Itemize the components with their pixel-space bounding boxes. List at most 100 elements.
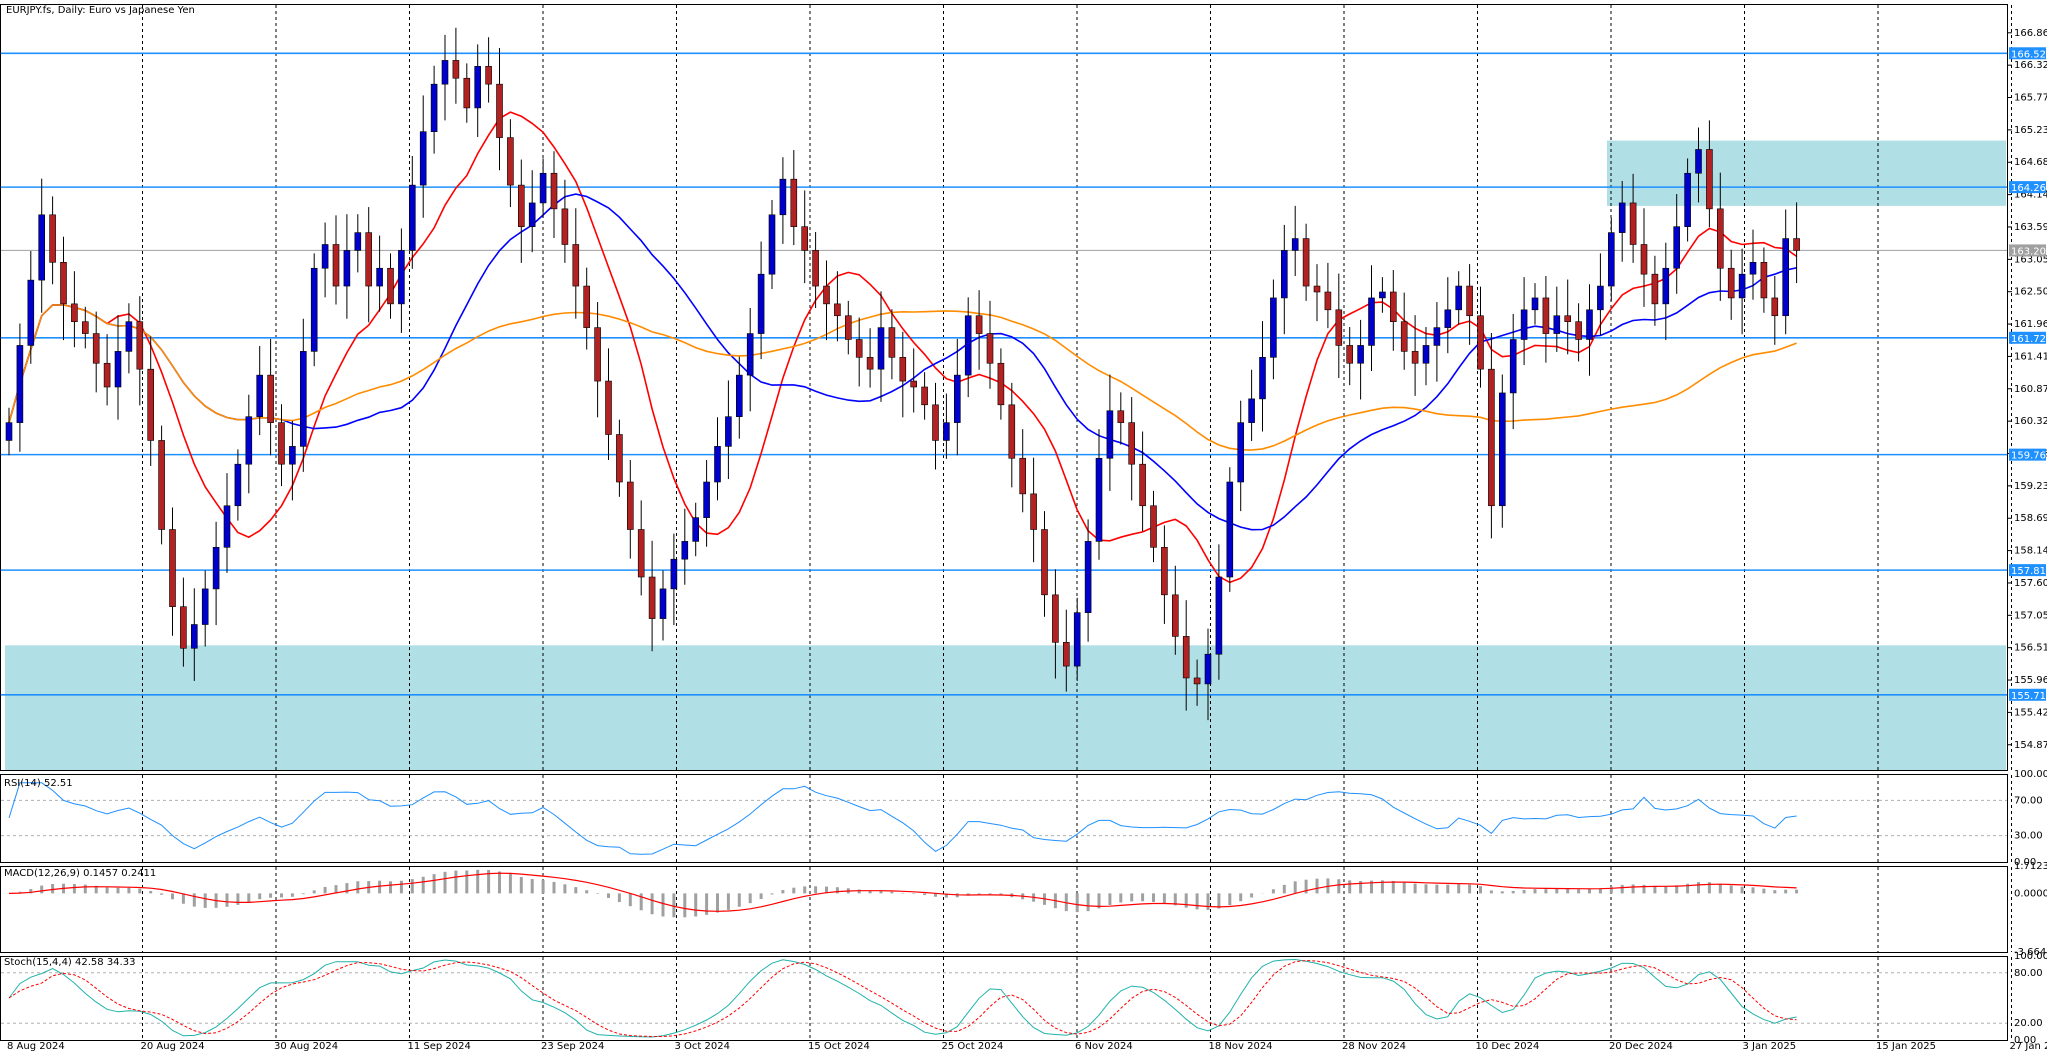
date-label: 8 Aug 2024 — [7, 1041, 65, 1051]
candle-body — [1629, 202, 1637, 245]
candle-body — [1477, 315, 1484, 370]
candle-body — [1172, 594, 1179, 637]
candle-body — [866, 357, 874, 370]
level-price-tag-label: 161.729 — [2011, 334, 2047, 345]
candle-body — [1749, 262, 1757, 275]
candle-body — [507, 137, 514, 186]
candle-body — [528, 202, 536, 227]
candle-body — [1608, 232, 1615, 287]
candle[interactable] — [1499, 374, 1506, 528]
candle-body — [1553, 315, 1561, 334]
candle-body — [1041, 529, 1048, 596]
candle-body — [441, 60, 449, 85]
price-tick-label: 155.965 — [2014, 675, 2047, 686]
candle-body — [1259, 357, 1266, 400]
price-tick-label: 166.320 — [2014, 60, 2047, 71]
candle-body — [899, 357, 907, 382]
candle-body — [485, 66, 492, 85]
candle-body — [888, 327, 896, 358]
candle-body — [801, 226, 809, 251]
candle-body — [343, 250, 351, 287]
level-price-tag-label: 164.266 — [2011, 183, 2047, 194]
candle-body — [910, 380, 918, 388]
macd-tick-label: 0.0000 — [2014, 888, 2047, 899]
candle-body — [855, 339, 863, 358]
candle-body — [616, 434, 623, 483]
candle[interactable] — [1226, 467, 1234, 592]
candle-body — [1226, 481, 1234, 578]
candle[interactable] — [310, 253, 318, 367]
candle-body — [1444, 309, 1452, 328]
candle-body — [1204, 653, 1212, 685]
level-price-tag-label: 155.717 — [2011, 691, 2047, 702]
level-price-tag-label: 166.520 — [2011, 49, 2047, 60]
candle-body — [191, 624, 198, 649]
candle-body — [1706, 149, 1713, 210]
rsi-tick-label: 100.00 — [2014, 769, 2047, 780]
candle-body — [1433, 327, 1441, 346]
candle-body — [310, 267, 318, 352]
candle-body — [1782, 238, 1789, 317]
candle-body — [354, 232, 362, 251]
candle-body — [1182, 636, 1190, 679]
candle-body — [953, 374, 961, 423]
date-label: 30 Aug 2024 — [274, 1041, 338, 1051]
candle-body — [1411, 351, 1419, 364]
trading-chart[interactable]: 100.0070.0030.000.00 1.71230.0000-3.6647… — [0, 0, 2047, 1051]
candle-body — [550, 172, 558, 210]
date-label: 6 Nov 2024 — [1075, 1041, 1133, 1051]
candle-body — [1509, 339, 1517, 394]
candle-body — [703, 481, 710, 518]
stoch-tick-label: 100.00 — [2014, 951, 2047, 962]
candle-body — [1335, 309, 1343, 346]
candle-body — [147, 368, 154, 441]
candle-body — [1586, 309, 1593, 340]
candle-body — [1052, 594, 1059, 643]
stoch-tick-label: 20.00 — [2014, 1018, 2043, 1029]
candle-body — [398, 250, 405, 305]
candle-body — [1542, 297, 1550, 334]
date-label: 11 Sep 2024 — [408, 1041, 471, 1051]
level-price-tag-label: 157.816 — [2011, 566, 2047, 577]
candle-body — [321, 244, 329, 269]
candle-body — [49, 214, 56, 263]
date-label: 18 Nov 2024 — [1209, 1041, 1273, 1051]
candle-body — [1357, 345, 1364, 364]
candle-body — [1695, 149, 1702, 174]
candle-body — [583, 285, 591, 328]
candle-body — [332, 244, 340, 287]
candle-body — [594, 327, 601, 382]
date-label: 28 Nov 2024 — [1342, 1041, 1406, 1051]
candle-body — [27, 279, 35, 346]
candle-body — [419, 131, 427, 186]
date-label: 25 Oct 2024 — [942, 1041, 1004, 1051]
price-tick-label: 159.235 — [2014, 481, 2047, 492]
candle-body — [605, 380, 612, 435]
candle-body — [474, 66, 482, 109]
candle-body — [201, 588, 209, 625]
candle-body — [746, 333, 754, 376]
candle-body — [376, 267, 383, 287]
candle-body — [1673, 226, 1680, 269]
candle-body — [834, 303, 841, 317]
candle-body — [387, 267, 394, 305]
current-price-tag-label: 163.200 — [2011, 246, 2047, 257]
candle-body — [735, 374, 743, 417]
candle-body — [256, 374, 264, 417]
candle-body — [648, 576, 656, 619]
price-tick-label: 157.600 — [2014, 578, 2047, 589]
candle-body — [234, 463, 242, 507]
price-tick-label: 157.055 — [2014, 610, 2047, 621]
candle-body — [136, 321, 144, 370]
candle-body — [1651, 273, 1659, 305]
price-tick-label: 160.870 — [2014, 384, 2047, 395]
candle[interactable] — [158, 425, 165, 545]
price-tick-label: 165.775 — [2014, 93, 2047, 104]
candle-body — [430, 83, 438, 132]
candle-body — [463, 77, 471, 109]
candle-body — [1193, 677, 1201, 685]
candle-body — [82, 321, 89, 334]
candle-body — [1237, 422, 1244, 483]
candle-body — [38, 214, 46, 281]
price-tick-label: 163.595 — [2014, 222, 2047, 233]
